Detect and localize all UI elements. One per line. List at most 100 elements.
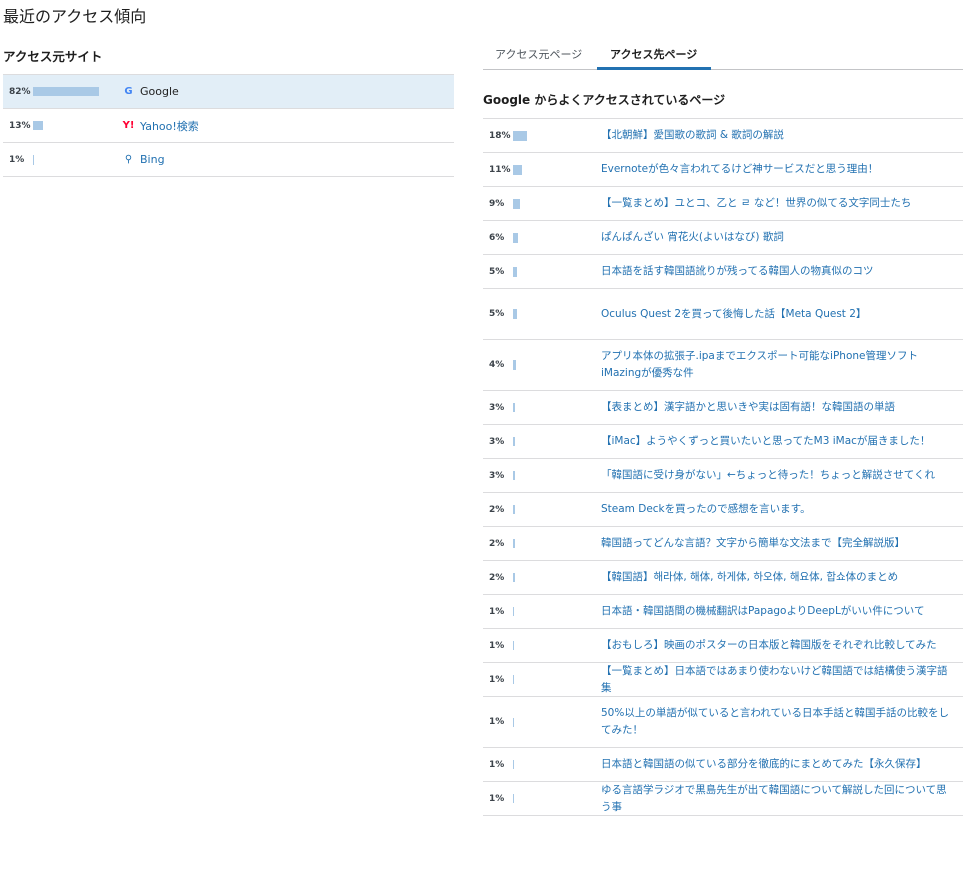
destination-page-link[interactable]: 【韓国語】해라体, 해体, 하게体, 하오体, 해요体, 합쇼体のまとめ (601, 569, 906, 586)
referrer-share-bar (33, 121, 43, 130)
referrer-name[interactable]: Yahoo!検索 (140, 118, 199, 134)
destination-row: 4% アプリ本体の拡張子.ipaまでエクスポート可能なiPhone管理ソフトiMa… (483, 340, 963, 391)
destination-percent: 1% (489, 640, 505, 651)
referrer-percent: 13% (9, 120, 31, 131)
destination-share-bar (513, 360, 516, 370)
page-title: 最近のアクセス傾向 (3, 7, 147, 26)
destination-percent: 6% (489, 232, 505, 243)
destination-row: 3% 【表まとめ】漢字語かと思いきや実は固有語！な韓国語の単語 (483, 391, 963, 425)
destination-row: 11% Evernoteが色々言われてるけど神サービスだと思う理由！ (483, 153, 963, 187)
destination-percent: 3% (489, 402, 505, 413)
destination-row: 9% 【一覧まとめ】ユとコ、乙と ㄹ など！世界の似てる文字同士たち (483, 187, 963, 221)
destination-page-link[interactable]: アプリ本体の拡張子.ipaまでエクスポート可能なiPhone管理ソフトiMazi… (601, 348, 963, 382)
destination-row: 5% 日本語を話す韓国語訛りが残ってる韓国人の物真似のコツ (483, 255, 963, 289)
destination-row: 2% 韓国語ってどんな言語？文字から簡単な文法まで【完全解説版】 (483, 527, 963, 561)
destination-percent: 9% (489, 198, 505, 209)
destination-percent: 4% (489, 360, 505, 370)
referrer-panel: アクセス元サイト 82% G Google 13% Y! Yahoo!検索 1% ⚲ Bing (3, 46, 454, 177)
destination-share-bar (513, 505, 515, 514)
referrer-percent: 82% (9, 86, 31, 97)
referrer-name[interactable]: Google (140, 85, 179, 98)
destination-row: 1% 日本語・韓国語間の機械翻訳はPapagoよりDeepLがいい件について (483, 595, 963, 629)
google-icon: G (124, 86, 133, 97)
destination-row: 18% 【北朝鮮】愛国歌の歌詞 & 歌詞の解説 (483, 119, 963, 153)
destination-share-bar (513, 539, 515, 548)
referrer-row[interactable]: 13% Y! Yahoo!検索 (3, 109, 454, 143)
destination-row: 1% ゆる言語学ラジオで黒島先生が出て韓国語について解説した回について思う事 (483, 782, 963, 816)
destination-page-link[interactable]: 韓国語ってどんな言語？文字から簡単な文法まで【完全解説版】 (601, 535, 913, 552)
destination-row: 2% 【韓国語】해라体, 해体, 하게体, 하오体, 해요体, 합쇼体のまとめ (483, 561, 963, 595)
destination-percent: 1% (489, 674, 505, 685)
destination-page-link[interactable]: 【iMac】ようやくずっと買いたいと思ってたM3 iMacが届きました！ (601, 433, 938, 450)
referrer-share-bar (33, 154, 34, 165)
destination-page-link[interactable]: 【一覧まとめ】ユとコ、乙と ㄹ など！世界の似てる文字同士たち (601, 195, 919, 212)
destination-share-bar (513, 607, 514, 616)
tab-destination-pages[interactable]: アクセス先ページ (610, 46, 697, 62)
destination-share-bar (513, 130, 527, 141)
destination-share-bar (513, 641, 514, 650)
destination-page-link[interactable]: 日本語・韓国語間の機械翻訳はPapagoよりDeepLがいい件について (601, 603, 932, 620)
referrer-share-bar (33, 87, 99, 96)
destination-percent: 3% (489, 470, 505, 481)
destination-percent: 1% (489, 717, 505, 727)
destination-share-bar (513, 232, 518, 243)
destination-percent: 5% (489, 266, 505, 277)
destination-share-bar (513, 760, 514, 769)
destination-percent: 1% (489, 606, 505, 617)
destination-page-link[interactable]: 日本語と韓国語の似ている部分を徹底的にまとめてみた【永久保存】 (601, 756, 935, 773)
destination-page-link[interactable]: Oculus Quest 2を買って後悔した話【Meta Quest 2】 (601, 306, 874, 323)
tab-bar: アクセス元ページ アクセス先ページ (483, 38, 963, 70)
bing-search-icon: ⚲ (124, 154, 133, 165)
destination-page-link[interactable]: Steam Deckを買ったので感想を言います。 (601, 501, 819, 518)
destination-page-link[interactable]: 【一覧まとめ】日本語ではあまり使わないけど韓国語では結構使う漢字語集 (601, 663, 963, 697)
destination-share-bar (513, 573, 515, 582)
destination-percent: 1% (489, 759, 505, 770)
active-tab-indicator (597, 67, 711, 70)
destination-row: 2% Steam Deckを買ったので感想を言います。 (483, 493, 963, 527)
referrer-name[interactable]: Bing (140, 153, 165, 166)
destination-share-bar (513, 309, 517, 319)
destination-percent: 3% (489, 436, 505, 447)
destination-row: 3% 【iMac】ようやくずっと買いたいと思ってたM3 iMacが届きました！ (483, 425, 963, 459)
destination-share-bar (513, 403, 515, 412)
destination-row: 3% 「韓国語に受け身がない」←ちょっと待った！ちょっと解説させてくれ (483, 459, 963, 493)
destination-percent: 18% (489, 130, 511, 141)
destination-percent: 1% (489, 793, 505, 804)
referrer-list: 82% G Google 13% Y! Yahoo!検索 1% ⚲ Bing (3, 74, 454, 177)
destination-panel: アクセス元ページ アクセス先ページ Google からよくアクセスされているペー… (483, 38, 963, 816)
destination-page-link[interactable]: 【表まとめ】漢字語かと思いきや実は固有語！な韓国語の単語 (601, 399, 903, 416)
referrer-percent: 1% (9, 154, 25, 165)
destination-page-link[interactable]: ぱんぱんざい 宵花火(よいはなび) 歌詞 (601, 229, 792, 246)
destination-row: 5% Oculus Quest 2を買って後悔した話【Meta Quest 2】 (483, 289, 963, 340)
destination-row: 1% 【おもしろ】映画のポスターの日本版と韓国版をそれぞれ比較してみた (483, 629, 963, 663)
destination-share-bar (513, 717, 514, 727)
destination-share-bar (513, 266, 517, 277)
destination-heading: Google からよくアクセスされているページ (483, 93, 726, 107)
destination-page-link[interactable]: Evernoteが色々言われてるけど神サービスだと思う理由！ (601, 161, 886, 178)
destination-share-bar (513, 198, 520, 209)
destination-row: 1% 50%以上の単語が似ていると言われている日本手話と韓国手話の比較をしてみた！ (483, 697, 963, 748)
yahoo-icon: Y! (122, 120, 135, 131)
destination-percent: 11% (489, 164, 511, 175)
destination-percent: 2% (489, 538, 505, 549)
destination-share-bar (513, 794, 514, 803)
destination-page-link[interactable]: 日本語を話す韓国語訛りが残ってる韓国人の物真似のコツ (601, 263, 881, 280)
destination-list: 18% 【北朝鮮】愛国歌の歌詞 & 歌詞の解説 11% Evernoteが色々言われて… (483, 118, 963, 816)
destination-page-link[interactable]: 【おもしろ】映画のポスターの日本版と韓国版をそれぞれ比較してみた (601, 637, 945, 654)
destination-percent: 5% (489, 309, 505, 319)
destination-page-link[interactable]: 「韓国語に受け身がない」←ちょっと待った！ちょっと解説させてくれ (601, 467, 943, 484)
referrer-row[interactable]: 1% ⚲ Bing (3, 143, 454, 177)
destination-row: 1% 日本語と韓国語の似ている部分を徹底的にまとめてみた【永久保存】 (483, 748, 963, 782)
referrer-heading: アクセス元サイト (3, 49, 103, 64)
destination-share-bar (513, 675, 514, 684)
destination-page-link[interactable]: 50%以上の単語が似ていると言われている日本手話と韓国手話の比較をしてみた！ (601, 705, 963, 739)
tab-source-pages[interactable]: アクセス元ページ (495, 46, 582, 62)
destination-row: 1% 【一覧まとめ】日本語ではあまり使わないけど韓国語では結構使う漢字語集 (483, 663, 963, 697)
referrer-row[interactable]: 82% G Google (3, 75, 454, 109)
destination-share-bar (513, 471, 515, 480)
destination-page-link[interactable]: 【北朝鮮】愛国歌の歌詞 & 歌詞の解説 (601, 127, 792, 144)
destination-page-link[interactable]: ゆる言語学ラジオで黒島先生が出て韓国語について解説した回について思う事 (601, 782, 963, 816)
destination-share-bar (513, 164, 522, 175)
destination-share-bar (513, 437, 515, 446)
destination-percent: 2% (489, 504, 505, 515)
